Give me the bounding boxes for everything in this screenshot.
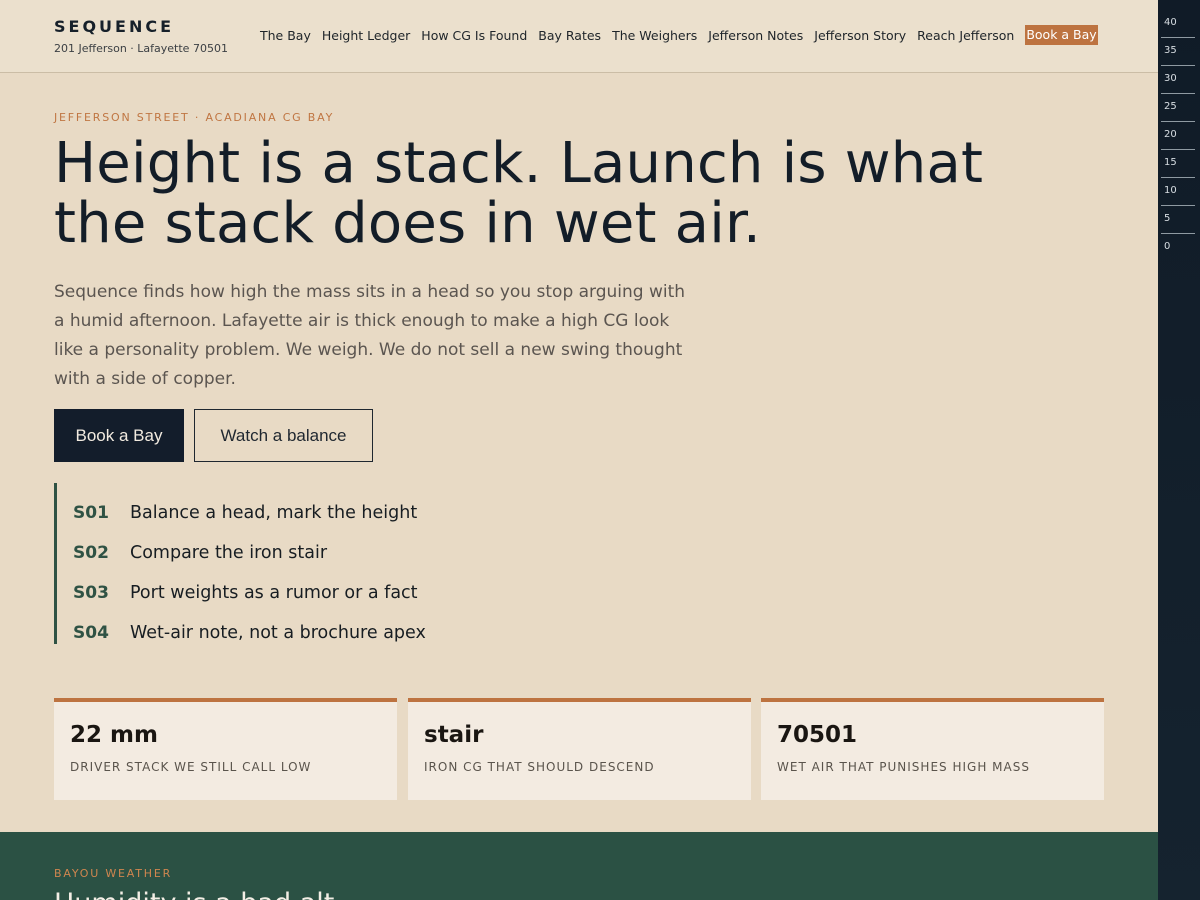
step-code: S01 [73,503,109,523]
hero-title: Height is a stack. Launch is what the st… [54,131,984,256]
rail-tick: 35 [1161,38,1195,66]
stat-value: 70501 [777,722,858,748]
stat-value: stair [424,722,484,748]
rail-tick: 40 [1161,10,1195,38]
step-code: S04 [73,623,109,643]
step-text: Wet-air note, not a brochure apex [130,623,426,643]
nav-link-height-ledger[interactable]: Height Ledger [322,28,410,43]
nav-link-jefferson-notes[interactable]: Jefferson Notes [708,28,803,43]
weather-title: Humidity is a bad alt [54,888,334,900]
nav-link-how-cg-is-found[interactable]: How CG Is Found [421,28,527,43]
stat-card: 70501 WET AIR THAT PUNISHES HIGH MASS [761,698,1104,800]
brand[interactable]: SEQUENCE 201 Jefferson · Lafayette 70501 [54,17,228,55]
nav-book-a-bay-button[interactable]: Book a Bay [1025,25,1098,45]
nav-link-jefferson-story[interactable]: Jefferson Story [814,28,906,43]
rail-tick: 5 [1161,206,1195,234]
step-text: Compare the iron stair [130,543,328,563]
rail-tick: 10 [1161,178,1195,206]
stat-label: DRIVER STACK WE STILL CALL LOW [70,760,312,774]
hero-eyebrow: JEFFERSON STREET · ACADIANA CG BAY [54,111,335,124]
stat-card: 22 mm DRIVER STACK WE STILL CALL LOW [54,698,397,800]
watch-a-balance-button[interactable]: Watch a balance [194,409,373,462]
step-text: Port weights as a rumor or a fact [130,583,418,603]
rail-tick: 15 [1161,150,1195,178]
list-item: S01 Balance a head, mark the height [57,493,474,533]
list-item: S04 Wet-air note, not a brochure apex [57,613,474,653]
list-item: S02 Compare the iron stair [57,533,474,573]
steps-list: S01 Balance a head, mark the height S02 … [54,483,474,644]
book-a-bay-button[interactable]: Book a Bay [54,409,184,462]
brand-name[interactable]: SEQUENCE [54,17,228,36]
hero-lead: Sequence finds how high the mass sits in… [54,282,686,389]
step-code: S02 [73,543,109,563]
brand-address: 201 Jefferson · Lafayette 70501 [54,42,228,55]
page: SEQUENCE 201 Jefferson · Lafayette 70501… [0,0,1158,900]
nav-link-the-weighers[interactable]: The Weighers [612,28,697,43]
rail-tick: 20 [1161,122,1195,150]
site-header: SEQUENCE 201 Jefferson · Lafayette 70501… [0,0,1158,73]
rail-tick: 25 [1161,94,1195,122]
step-code: S03 [73,583,109,603]
nav-link-the-bay[interactable]: The Bay [260,28,311,43]
stat-card: stair IRON CG THAT SHOULD DESCEND [408,698,751,800]
height-rail: 40 35 30 25 20 15 10 5 0 [1158,0,1200,900]
stats-row: 22 mm DRIVER STACK WE STILL CALL LOW sta… [54,698,1104,800]
weather-section: BAYOU WEATHER Humidity is a bad alt [0,832,1158,900]
step-text: Balance a head, mark the height [130,503,418,523]
stat-label: IRON CG THAT SHOULD DESCEND [424,760,655,774]
main-nav: The Bay Height Ledger How CG Is Found Ba… [260,25,1098,45]
list-item: S03 Port weights as a rumor or a fact [57,573,474,613]
nav-link-bay-rates[interactable]: Bay Rates [538,28,601,43]
rail-tick: 0 [1164,241,1171,252]
stat-value: 22 mm [70,722,158,748]
rail-tick: 30 [1161,66,1195,94]
nav-link-reach-jefferson[interactable]: Reach Jefferson [917,28,1014,43]
stat-label: WET AIR THAT PUNISHES HIGH MASS [777,760,1030,774]
weather-eyebrow: BAYOU WEATHER [54,867,173,880]
